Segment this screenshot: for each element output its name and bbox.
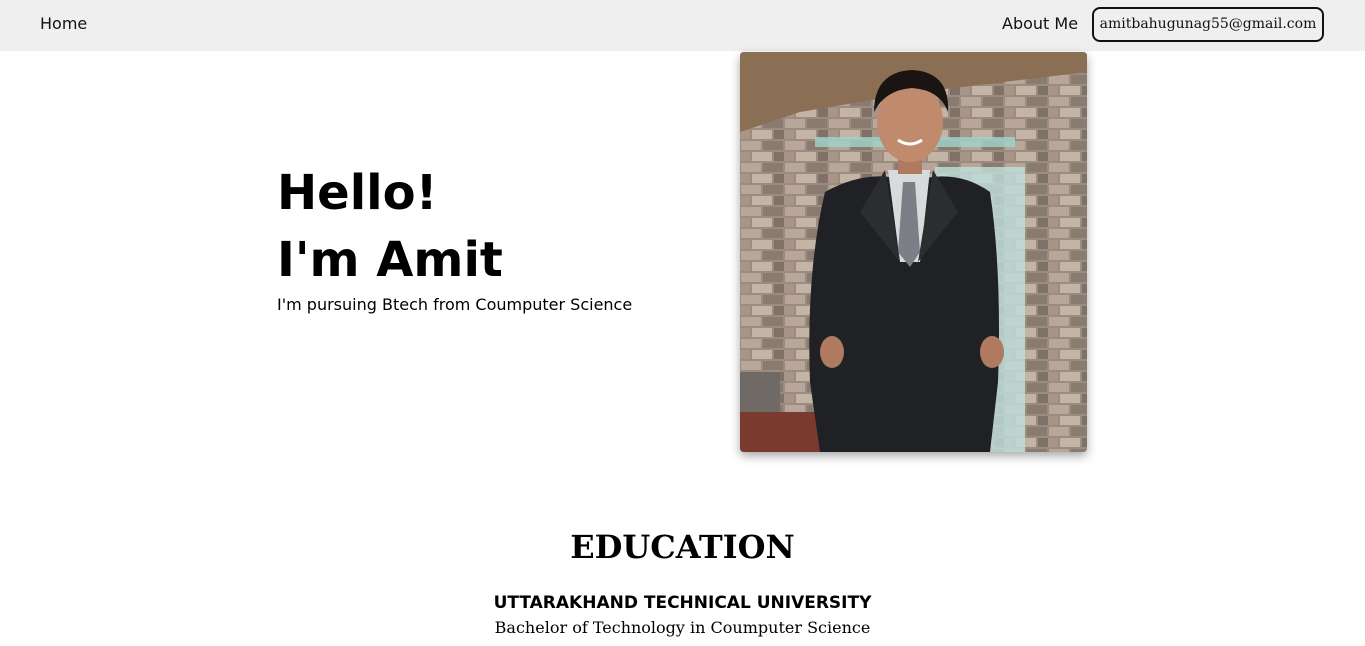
email-contact-button[interactable]: amitbahugunag55@gmail.com <box>1092 7 1324 42</box>
nav-link-about-me[interactable]: About Me <box>1002 13 1078 35</box>
profile-photo <box>740 52 1087 452</box>
education-section-title: EDUCATION <box>570 528 795 566</box>
navbar: Home About Me amitbahugunag55@gmail.com <box>0 0 1365 51</box>
hero-subtitle: I'm pursuing Btech from Coumputer Scienc… <box>277 295 633 314</box>
education-degree: Bachelor of Technology in Coumputer Scie… <box>494 618 871 637</box>
education-school-name: UTTARAKHAND TECHNICAL UNIVERSITY <box>493 593 872 613</box>
nav-link-home[interactable]: Home <box>40 13 87 35</box>
hero-greeting: Hello! <box>277 165 438 221</box>
hero-name: I'm Amit <box>277 232 503 288</box>
